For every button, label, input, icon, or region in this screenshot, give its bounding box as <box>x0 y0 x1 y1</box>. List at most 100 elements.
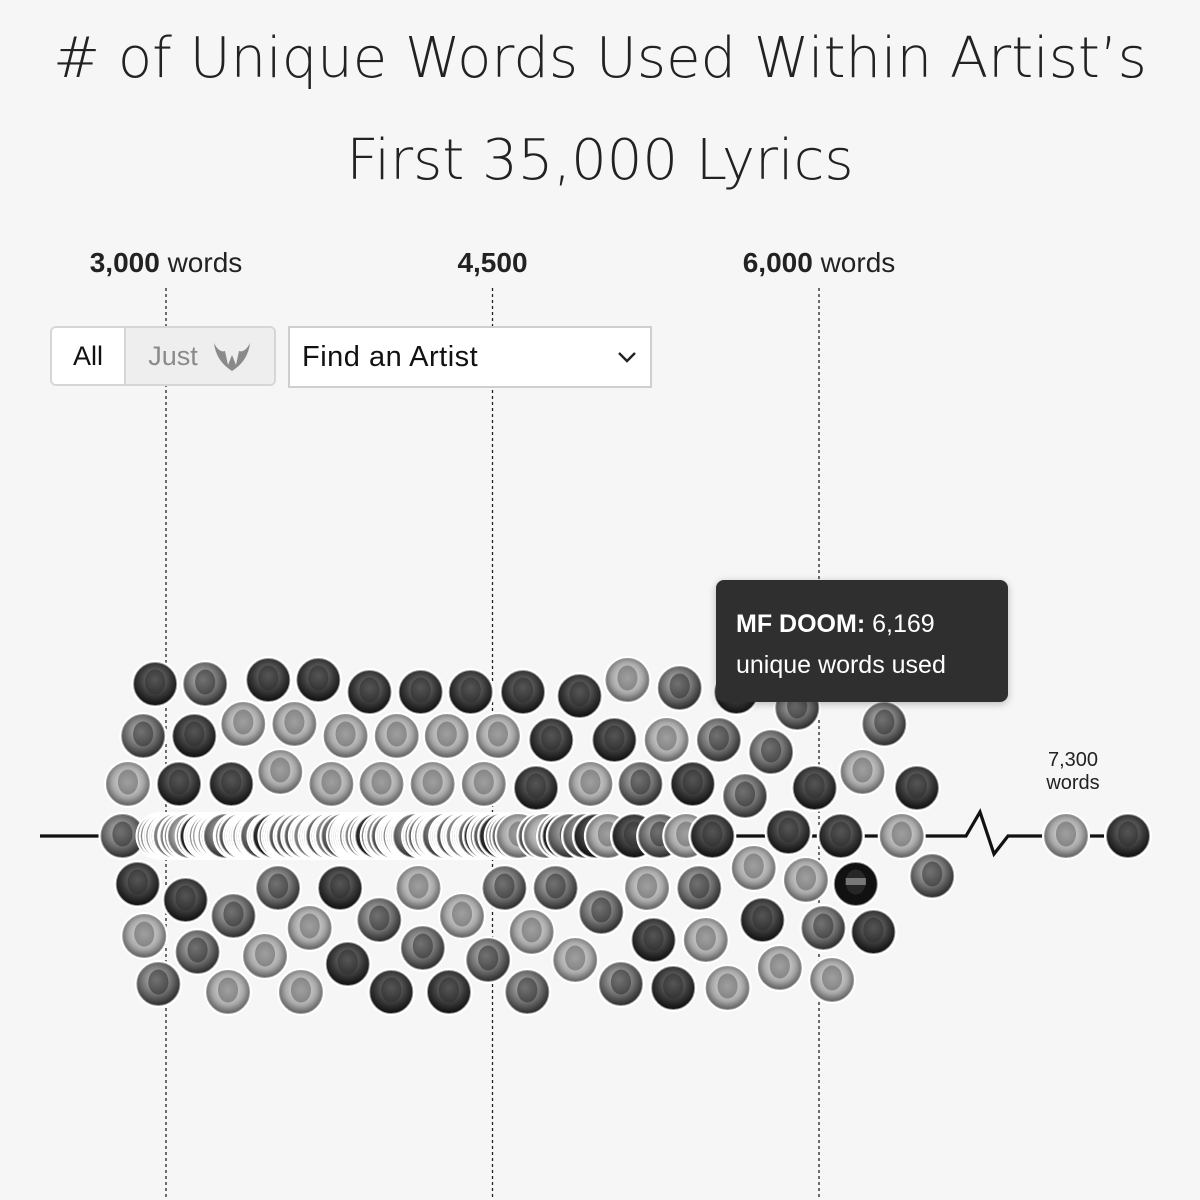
artist-dot[interactable] <box>566 760 615 808</box>
artist-dot[interactable] <box>459 760 508 808</box>
artist-dot[interactable] <box>816 812 865 860</box>
artist-dot[interactable] <box>603 656 652 704</box>
artist-dot[interactable] <box>394 864 443 912</box>
artist-dot[interactable] <box>316 864 365 912</box>
wu-tang-logo-icon <box>213 343 250 371</box>
artist-dot[interactable] <box>720 772 769 820</box>
artist-dot[interactable] <box>781 856 830 904</box>
artist-dot[interactable] <box>321 712 370 760</box>
artist-dot[interactable] <box>241 932 290 980</box>
artist-dot[interactable] <box>681 916 730 964</box>
artist-dot[interactable] <box>285 904 334 952</box>
artist-dot[interactable] <box>908 852 957 900</box>
artist-dot[interactable] <box>512 764 561 812</box>
artist-dot[interactable] <box>181 660 230 708</box>
beeswarm-chart: 3,000 words 4,500 6,000 words 7,300words <box>40 247 1152 1200</box>
toggle-just-wu-tang-button[interactable]: Just <box>126 328 274 384</box>
artist-dot[interactable] <box>551 936 600 984</box>
artist-dot[interactable] <box>629 916 678 964</box>
artist-dot[interactable] <box>113 860 162 908</box>
artist-dot[interactable] <box>688 812 737 860</box>
artist-dot[interactable] <box>892 764 941 812</box>
artist-dot[interactable] <box>207 760 256 808</box>
artist-dot[interactable] <box>738 896 787 944</box>
artist-dot[interactable] <box>616 760 665 808</box>
artist-dot[interactable] <box>173 928 222 976</box>
chevron-down-icon <box>618 352 636 363</box>
artist-dot[interactable] <box>507 908 556 956</box>
artist-dot[interactable] <box>877 812 926 860</box>
artist-dot[interactable] <box>244 656 293 704</box>
artist-dot[interactable] <box>372 712 421 760</box>
artist-dot[interactable] <box>503 968 552 1016</box>
artist-dot[interactable] <box>204 968 253 1016</box>
outlier-label: 7,300words <box>1045 749 1099 794</box>
artist-dot[interactable] <box>209 892 258 940</box>
artist-dot[interactable] <box>808 956 857 1004</box>
artist-dot[interactable] <box>764 808 813 856</box>
artist-dot[interactable] <box>422 712 471 760</box>
artist-dot[interactable] <box>623 864 672 912</box>
artist-dot[interactable] <box>755 944 804 992</box>
artist-dot[interactable] <box>276 968 325 1016</box>
artist-dot[interactable] <box>438 892 487 940</box>
artist-dot[interactable] <box>155 760 204 808</box>
artist-dot[interactable] <box>408 760 457 808</box>
artist-dot[interactable] <box>555 672 604 720</box>
x-axis-tick-labels: 3,000 words 4,500 6,000 words <box>90 247 896 278</box>
artist-dot[interactable] <box>642 716 691 764</box>
artist-dot[interactable] <box>1042 812 1090 860</box>
artist-dot[interactable] <box>134 960 183 1008</box>
artist-dot[interactable] <box>270 700 319 748</box>
artist-dot[interactable] <box>357 760 406 808</box>
artist-dot[interactable] <box>294 656 343 704</box>
artist-dot[interactable] <box>531 864 580 912</box>
toggle-all-button[interactable]: All <box>52 328 126 384</box>
artist-dot[interactable] <box>398 924 447 972</box>
artist-dot[interactable] <box>355 896 404 944</box>
artist-dot[interactable] <box>170 712 219 760</box>
artist-dot-mf-doom[interactable] <box>831 860 880 908</box>
artist-dot[interactable] <box>849 908 898 956</box>
artist-dot[interactable] <box>703 964 752 1012</box>
tooltip-artist: MF DOOM <box>736 610 857 638</box>
artist-dot[interactable] <box>729 844 778 892</box>
artist-dot[interactable] <box>596 960 645 1008</box>
artist-dot[interactable] <box>345 668 394 716</box>
artist-dot[interactable] <box>649 964 698 1012</box>
artist-dot[interactable] <box>131 660 180 708</box>
artist-dot[interactable] <box>254 864 303 912</box>
outlier-label-line-1: words <box>1045 772 1099 794</box>
artist-dot[interactable] <box>323 940 372 988</box>
artist-dot[interactable] <box>675 864 724 912</box>
artist-dot[interactable] <box>527 716 576 764</box>
artist-dot[interactable] <box>367 968 416 1016</box>
artist-dot[interactable] <box>103 760 152 808</box>
artist-dot[interactable] <box>838 748 887 796</box>
artist-dot[interactable] <box>655 664 704 712</box>
artist-dot[interactable] <box>219 700 268 748</box>
artist-dot[interactable] <box>668 760 717 808</box>
artist-dot[interactable] <box>790 764 839 812</box>
artist-dot[interactable] <box>480 864 529 912</box>
find-artist-dropdown[interactable]: Find an Artist <box>288 326 652 388</box>
artist-dot[interactable] <box>161 876 210 924</box>
artist-dot[interactable] <box>577 888 626 936</box>
artist-dot[interactable] <box>464 936 513 984</box>
artist-dot[interactable] <box>498 668 547 716</box>
artist-dot[interactable] <box>120 912 169 960</box>
artist-dot[interactable] <box>694 716 743 764</box>
tick-label-2: 6,000 words <box>743 247 896 278</box>
artist-dot[interactable] <box>473 712 522 760</box>
artist-dot[interactable] <box>446 668 495 716</box>
artist-dot[interactable] <box>590 716 639 764</box>
artist-dot[interactable] <box>747 728 796 776</box>
artist-dot[interactable] <box>396 668 445 716</box>
artist-dot[interactable] <box>799 904 848 952</box>
artist-dot[interactable] <box>1104 812 1152 860</box>
artist-dot[interactable] <box>307 760 356 808</box>
artist-dot[interactable] <box>424 968 473 1016</box>
artist-dot[interactable] <box>256 748 305 796</box>
artist-dot[interactable] <box>860 700 909 748</box>
artist-dot[interactable] <box>119 712 168 760</box>
